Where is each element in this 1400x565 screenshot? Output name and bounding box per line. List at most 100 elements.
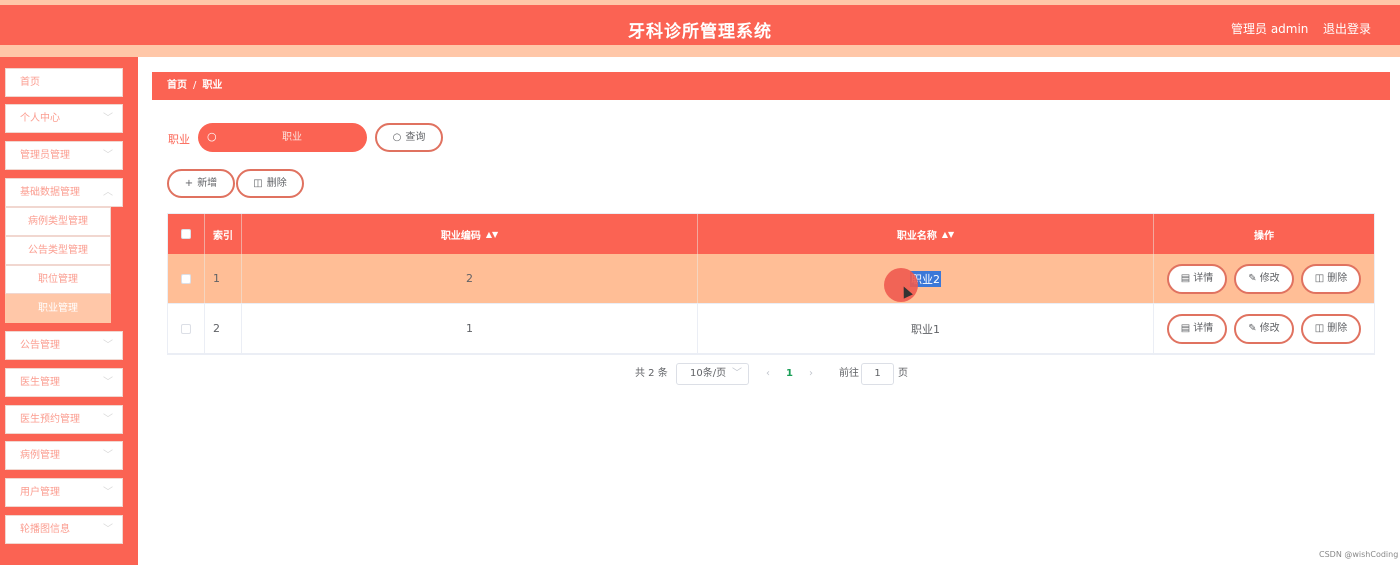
sidebar-subitem-label: 职位管理: [38, 274, 78, 285]
search-icon: ○: [392, 132, 402, 143]
search-label: 职业: [168, 133, 190, 146]
document-icon: ▤: [1180, 323, 1191, 334]
page-number-current[interactable]: 1: [786, 363, 793, 385]
header-select-all[interactable]: [168, 214, 205, 254]
chevron-down-icon: ﹀: [732, 368, 742, 379]
row-checkbox[interactable]: [181, 273, 191, 284]
edit-button[interactable]: ✎ 修改: [1234, 314, 1294, 344]
row-name: 职业2: [698, 254, 1154, 303]
header-underline: [0, 49, 1400, 57]
page-size-select[interactable]: 10条/页 ﹀: [676, 363, 749, 385]
row-index: 2: [205, 304, 242, 353]
row-actions: ▤ 详情 ✎ 修改 ◫ 删除: [1154, 254, 1374, 303]
sidebar-item-doctor[interactable]: 医生管理 ﹀: [5, 368, 123, 397]
sidebar-item-label: 轮播图信息: [20, 524, 70, 535]
trash-icon: ◫: [253, 178, 263, 189]
occupation-table: 索引 职业编码 ▲▼ 职业名称 ▲▼ 操作 1 2 职业2 ▤ 详情 ✎ 修改 ◫ 删除 …: [167, 213, 1375, 355]
plus-icon: +: [184, 178, 194, 189]
search-input[interactable]: [224, 127, 360, 148]
sidebar-item-admin-management[interactable]: 管理员管理 ﹀: [5, 141, 123, 170]
detail-button[interactable]: ▤ 详情: [1167, 264, 1227, 294]
header-index-label: 索引: [213, 230, 233, 242]
chevron-down-icon: ﹀: [103, 340, 113, 351]
goto-page-input[interactable]: 1: [861, 363, 894, 385]
sidebar-item-cases[interactable]: 病例管理 ﹀: [5, 441, 123, 470]
header-name-label: 职业名称: [896, 230, 937, 242]
breadcrumb-home[interactable]: 首页: [167, 80, 187, 91]
row-code: 2: [242, 254, 698, 303]
edit-icon: ✎: [1248, 323, 1257, 334]
sidebar-item-label: 医生管理: [20, 377, 60, 388]
select-all-checkbox[interactable]: [181, 229, 191, 239]
sidebar-item-carousel[interactable]: 轮播图信息 ﹀: [5, 515, 123, 544]
sort-icon[interactable]: ▲▼: [942, 230, 954, 239]
sidebar-item-label: 个人中心: [20, 113, 60, 124]
chevron-up-icon: ︿: [103, 187, 113, 198]
row-code-value: 1: [466, 322, 473, 335]
search-field[interactable]: ○: [198, 123, 367, 152]
row-code-value: 2: [466, 272, 473, 285]
sidebar-item-label: 医生预约管理: [20, 414, 80, 425]
trash-icon: ◫: [1314, 323, 1325, 334]
query-button[interactable]: ○ 查询: [375, 123, 443, 152]
admin-label: 管理员 admin: [1231, 22, 1309, 36]
pagination-total: 共 2 条: [635, 368, 668, 379]
table-row[interactable]: 2 1 职业1 ▤ 详情 ✎ 修改 ◫ 删除: [168, 304, 1374, 354]
cursor-highlight: [884, 268, 918, 302]
sidebar-item-appointment[interactable]: 医生预约管理 ﹀: [5, 405, 123, 434]
breadcrumb-separator: /: [193, 80, 197, 91]
sidebar-subitem-label: 病例类型管理: [28, 216, 88, 227]
row-delete-button-label: 删除: [1327, 273, 1348, 284]
add-button-label: 新增: [197, 178, 218, 189]
page-suffix: 页: [898, 368, 908, 379]
next-page-icon[interactable]: ›: [809, 363, 813, 385]
sidebar-item-label: 基础数据管理: [20, 187, 80, 198]
header-actions: 操作: [1154, 214, 1374, 254]
detail-button[interactable]: ▤ 详情: [1167, 314, 1227, 344]
edit-icon: ✎: [1248, 273, 1257, 284]
row-delete-button[interactable]: ◫ 删除: [1301, 264, 1361, 294]
sidebar-item-users[interactable]: 用户管理 ﹀: [5, 478, 123, 507]
sidebar-subitem-case-type[interactable]: 病例类型管理: [5, 207, 111, 236]
table-row[interactable]: 1 2 职业2 ▤ 详情 ✎ 修改 ◫ 删除: [168, 254, 1374, 304]
row-select[interactable]: [168, 304, 205, 353]
sidebar-subitem-position[interactable]: 职位管理: [5, 265, 111, 294]
sidebar-subitem-label: 职业管理: [38, 303, 78, 314]
edit-button-label: 修改: [1259, 323, 1280, 334]
row-index: 1: [205, 254, 242, 303]
row-index-value: 1: [213, 272, 220, 285]
sidebar-item-notice[interactable]: 公告管理 ﹀: [5, 331, 123, 360]
chevron-down-icon: ﹀: [103, 414, 113, 425]
trash-icon: ◫: [1314, 273, 1325, 284]
header-name[interactable]: 职业名称 ▲▼: [698, 214, 1154, 254]
row-actions: ▤ 详情 ✎ 修改 ◫ 删除: [1154, 304, 1374, 353]
app-title: 牙科诊所管理系统: [628, 22, 772, 42]
sidebar-subitem-occupation[interactable]: 职业管理: [5, 294, 111, 323]
add-button[interactable]: + 新增: [167, 169, 235, 198]
sidebar-item-label: 首页: [20, 77, 40, 88]
sidebar-item-home[interactable]: 首页: [5, 68, 123, 97]
sort-icon[interactable]: ▲▼: [486, 230, 498, 239]
row-delete-button[interactable]: ◫ 删除: [1301, 314, 1361, 344]
page-size-value: 10条/页: [690, 368, 727, 379]
detail-button-label: 详情: [1193, 323, 1214, 334]
header-code[interactable]: 职业编码 ▲▼: [242, 214, 698, 254]
chevron-down-icon: ﹀: [103, 150, 113, 161]
row-select[interactable]: [168, 254, 205, 303]
header-actions-label: 操作: [1254, 230, 1274, 242]
sidebar-item-personal-center[interactable]: 个人中心 ﹀: [5, 104, 123, 133]
sidebar-item-basic-data[interactable]: 基础数据管理 ︿: [5, 178, 123, 207]
query-button-label: 查询: [405, 132, 426, 143]
search-icon: ○: [207, 130, 217, 143]
breadcrumb: 首页 / 职业: [152, 72, 1390, 100]
prev-page-icon[interactable]: ‹: [766, 363, 770, 385]
goto-label: 前往: [839, 368, 859, 379]
edit-button[interactable]: ✎ 修改: [1234, 264, 1294, 294]
row-checkbox[interactable]: [181, 323, 191, 334]
logout-link[interactable]: 退出登录: [1323, 20, 1371, 37]
sidebar-subitem-notice-type[interactable]: 公告类型管理: [5, 236, 111, 265]
delete-button[interactable]: ◫ 删除: [236, 169, 304, 198]
row-index-value: 2: [213, 322, 220, 335]
chevron-down-icon: ﹀: [103, 377, 113, 388]
app-header: 牙科诊所管理系统 管理员 admin 退出登录: [0, 5, 1400, 49]
